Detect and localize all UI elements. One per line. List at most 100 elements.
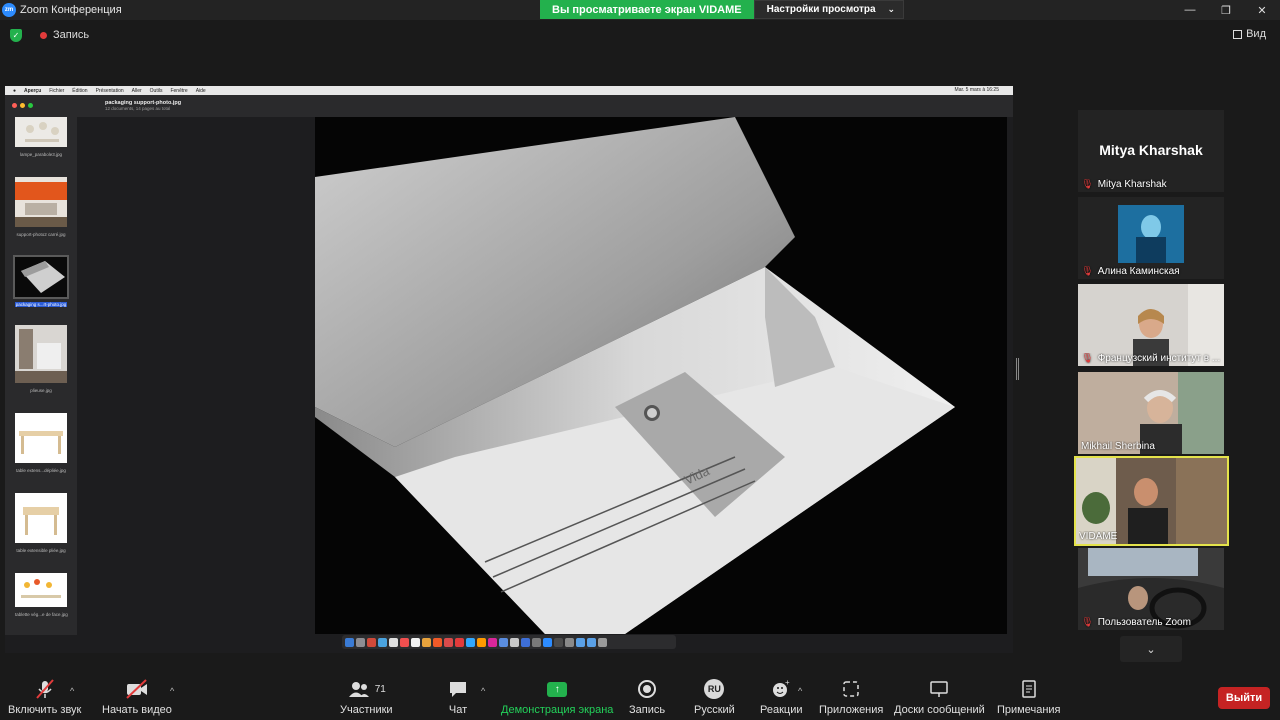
apps-button[interactable]: Приложения <box>819 678 883 716</box>
notes-label: Примечания <box>997 704 1061 716</box>
document-subtitle: 12 documents, 14 pages au total <box>105 106 171 111</box>
panel-splitter-handle[interactable] <box>1016 358 1019 380</box>
security-shield-icon[interactable]: ✓ <box>10 29 22 42</box>
thumbnail-image <box>15 413 67 463</box>
participant-tile[interactable]: 🎙 Пользователь Zoom <box>1078 548 1224 630</box>
participants-scroll-down-button[interactable]: ⌄ <box>1120 636 1182 662</box>
record-button[interactable]: Запись <box>629 678 665 716</box>
menu-item: Fenêtre <box>170 87 188 94</box>
thumbnail-image <box>15 117 67 147</box>
start-video-button[interactable]: Начать видео <box>102 678 172 716</box>
mac-menubar: ● Aperçu Fichier Édition Présentation Al… <box>5 86 1013 95</box>
participants-button[interactable]: 71 Участники <box>340 678 393 716</box>
mic-muted-icon: 🎙 <box>1081 266 1094 277</box>
meeting-toolbar: Включить звук ^ Начать видео ^ 71 Участн… <box>0 672 1280 720</box>
participants-icon: 71 <box>347 678 386 700</box>
chat-button[interactable]: Чат <box>447 678 469 716</box>
close-button[interactable]: ✕ <box>1244 0 1280 20</box>
thumbnail: lampe_parabole3.jpg <box>15 117 67 157</box>
zoom-dock-icon <box>543 637 552 647</box>
app-icon <box>422 637 431 647</box>
record-icon <box>636 678 658 700</box>
reactions-options-caret[interactable]: ^ <box>798 686 802 696</box>
shared-screen[interactable]: ● Aperçu Fichier Édition Présentation Al… <box>5 86 1013 653</box>
apps-label: Приложения <box>819 704 884 716</box>
participant-name: Mikhail Sherbina <box>1081 441 1155 452</box>
share-screen-icon: ↑ <box>547 678 568 700</box>
mic-muted-icon: 🎙 <box>1081 353 1094 364</box>
minimize-dot-icon <box>20 103 25 108</box>
apps-icon <box>840 678 862 700</box>
app-icon <box>554 637 563 647</box>
thumbnail-label: plieuse.jpg <box>30 388 52 393</box>
leave-button[interactable]: Выйти <box>1218 687 1270 709</box>
reactions-button[interactable]: + Реакции <box>760 678 803 716</box>
participant-name: Французский институт в ... <box>1097 353 1221 364</box>
apple-icon: ● <box>13 87 17 94</box>
illustrator-icon <box>477 637 486 647</box>
participant-name: VIDAME <box>1079 531 1118 542</box>
window-title: Zoom Конференция <box>20 4 122 16</box>
thumbnail: table extens...dépliée.jpg <box>15 413 67 473</box>
app-icon <box>411 637 420 647</box>
thumbnail: plieuse.jpg <box>15 325 67 393</box>
viewing-screen-label: Вы просматриваете экран VIDAME <box>540 0 754 19</box>
title-bar: zm Zoom Конференция Вы просматриваете эк… <box>0 0 1280 20</box>
close-dot-icon <box>12 103 17 108</box>
preview-sidebar: lampe_parabole3.jpg support-photo2 carré… <box>5 95 77 635</box>
thumbnail-image <box>15 177 67 227</box>
recording-indicator[interactable]: Запись <box>40 29 89 41</box>
participant-tile-active-speaker[interactable]: VIDAME <box>1074 456 1229 546</box>
recording-dot-icon <box>40 31 47 39</box>
view-button[interactable]: Вид <box>1233 28 1266 40</box>
folder-icon <box>587 637 596 647</box>
menu-item: Fichier <box>49 87 65 94</box>
thumbnail-label: lampe_parabole3.jpg <box>19 152 63 157</box>
audio-options-caret[interactable]: ^ <box>70 686 74 696</box>
view-settings-button[interactable]: Настройки просмотра ⌄ <box>753 0 905 19</box>
participant-label: VIDAME <box>1079 531 1224 542</box>
participant-tile[interactable]: 🎙 Алина Каминская <box>1078 197 1224 279</box>
language-button[interactable]: RU Русский <box>694 678 735 716</box>
app-icon <box>378 637 387 647</box>
participant-tile[interactable]: Mikhail Sherbina <box>1078 372 1224 454</box>
trash-icon <box>598 637 607 647</box>
thumbnail: tablette vég...e de face.jpg <box>15 573 68 617</box>
language-label: Русский <box>694 704 735 716</box>
minimize-button[interactable]: — <box>1172 0 1208 20</box>
thumbnail-image <box>13 255 69 299</box>
menu-item: Aperçu <box>24 87 42 94</box>
app-icon <box>510 637 519 647</box>
participant-label: 🎙 Пользователь Zoom <box>1081 617 1221 628</box>
mic-muted-icon <box>34 678 56 700</box>
window-controls: — ❐ ✕ <box>1172 0 1280 20</box>
participant-tile[interactable]: Mitya Kharshak 🎙 Mitya Kharshak <box>1078 110 1224 192</box>
notes-button[interactable]: Примечания <box>997 678 1061 716</box>
chat-options-caret[interactable]: ^ <box>481 686 485 696</box>
thumbnail-image <box>15 493 67 543</box>
menu-item: Édition <box>72 87 88 94</box>
share-banner: Вы просматриваете экран VIDAME Настройки… <box>540 0 905 19</box>
maximize-button[interactable]: ❐ <box>1208 0 1244 20</box>
photoshop-icon <box>466 637 475 647</box>
chevron-down-icon: ⌄ <box>1146 643 1156 656</box>
thumbnail-image <box>15 325 67 383</box>
app-icon <box>532 637 541 647</box>
thumbnail-label: table extens...dépliée.jpg <box>16 468 66 473</box>
menu-item: Aller <box>131 87 142 94</box>
unmute-button[interactable]: Включить звук <box>8 678 81 716</box>
participant-tile[interactable]: 🎙 Французский институт в ... <box>1078 284 1224 366</box>
packaging-photo: Vida <box>315 117 1007 634</box>
emoji-add-icon: + <box>770 678 792 700</box>
menu-item: Aide <box>195 87 206 94</box>
app-icon <box>367 637 376 647</box>
video-options-caret[interactable]: ^ <box>170 686 174 696</box>
whiteboards-button[interactable]: Доски сообщений <box>894 678 985 716</box>
thumbnail: table extensible pliée.jpg <box>15 493 67 553</box>
grid-view-icon <box>1233 29 1243 39</box>
menu-item: Présentation <box>95 87 124 94</box>
thumbnail-image <box>15 573 67 607</box>
share-screen-button[interactable]: ↑ Демонстрация экрана <box>501 678 613 716</box>
app-icon <box>400 637 409 647</box>
menu-item: Outils <box>149 87 163 94</box>
